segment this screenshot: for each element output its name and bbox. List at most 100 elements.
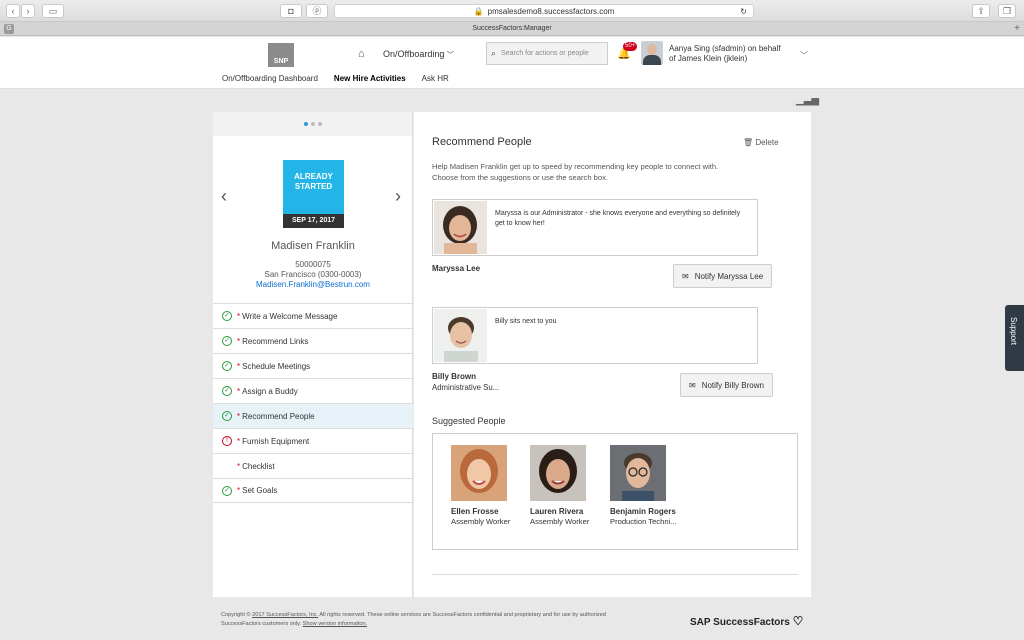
alert-icon: ! bbox=[222, 436, 232, 446]
step-label: Recommend Links bbox=[242, 336, 309, 346]
location: San Francisco (0300-0003) bbox=[264, 270, 362, 279]
carousel-dot[interactable] bbox=[317, 122, 322, 126]
email-link[interactable]: Madisen.Franklin@Bestrun.com bbox=[213, 280, 413, 290]
carousel-dot[interactable] bbox=[310, 122, 315, 126]
mail-icon: ✉ bbox=[682, 271, 689, 281]
tab-bar: G SuccessFactors:Manager + bbox=[0, 22, 1024, 36]
logo-text: SNP bbox=[273, 58, 289, 65]
step-label: Assign a Buddy bbox=[242, 386, 298, 396]
subnav-dashboard[interactable]: On/Offboarding Dashboard bbox=[222, 74, 318, 83]
help-line2: Choose from the suggestions or use the s… bbox=[432, 173, 609, 182]
check-icon: ✓ bbox=[222, 361, 232, 371]
trash-icon: 🗑 bbox=[743, 138, 754, 147]
carousel-dot[interactable] bbox=[303, 122, 308, 126]
person-role: Assembly Worker bbox=[530, 517, 590, 526]
step-label: Set Goals bbox=[242, 486, 278, 495]
suggested-person[interactable]: Ellen Frosse Assembly Worker bbox=[451, 445, 531, 526]
step-schedule-meetings[interactable]: ✓ * Schedule Meetings bbox=[213, 353, 413, 378]
chevron-left-icon[interactable]: ‹ bbox=[221, 186, 227, 207]
delete-button[interactable]: 🗑 Delete bbox=[743, 138, 779, 147]
notify-button[interactable]: ✉ Notify Billy Brown bbox=[680, 373, 773, 397]
suggested-person[interactable]: Benjamin Rogers Production Techni... bbox=[610, 445, 690, 526]
recommendation-note: Maryssa is our Administrator - she knows… bbox=[495, 210, 741, 227]
address-bar[interactable]: 🔒 pmsalesdemo8.successfactors.com ↻ bbox=[334, 4, 754, 18]
step-furnish-equipment[interactable]: ! * Furnish Equipment bbox=[213, 428, 413, 453]
home-icon[interactable]: ⌂ bbox=[358, 48, 365, 60]
start-date: SEP 17, 2017 bbox=[283, 214, 344, 228]
copyright-prefix: Copyright © bbox=[221, 612, 253, 618]
delete-label: Delete bbox=[755, 138, 779, 147]
person-name: Ellen Frosse bbox=[451, 507, 499, 516]
step-label: Checklist bbox=[242, 461, 275, 471]
benjamin-photo bbox=[610, 445, 666, 501]
tabs-icon[interactable]: ❐ bbox=[998, 4, 1016, 18]
help-line1: Help Madisen Franklin get up to speed by… bbox=[432, 162, 719, 171]
step-assign-buddy[interactable]: ✓ * Assign a Buddy bbox=[213, 378, 413, 403]
check-icon: ✓ bbox=[222, 336, 232, 346]
version-link[interactable]: Show version information. bbox=[303, 621, 367, 627]
step-write-welcome[interactable]: ✓ * Write a Welcome Message bbox=[213, 303, 413, 328]
status-line1: ALREADY bbox=[294, 172, 333, 181]
browser-toolbar: ‹ › ▭ ◘ ⓟ 🔒 pmsalesdemo8.successfactors.… bbox=[0, 0, 1024, 22]
chevron-down-icon: ﹀ bbox=[446, 52, 454, 59]
support-label: Support bbox=[1009, 317, 1018, 346]
step-label: Furnish Equipment bbox=[242, 436, 310, 446]
module-label: On/Offboarding bbox=[383, 49, 445, 59]
person-name: Lauren Rivera bbox=[530, 507, 584, 516]
search-placeholder: Search for actions or people bbox=[501, 50, 589, 57]
tab-title[interactable]: SuccessFactors:Manager bbox=[472, 25, 551, 32]
step-checklist[interactable]: * Checklist bbox=[213, 453, 413, 478]
chevron-down-icon[interactable]: ﹀ bbox=[800, 50, 808, 61]
ellen-photo bbox=[451, 445, 507, 501]
copyright-rest: All rights reserved. These online servic… bbox=[318, 612, 606, 618]
support-button[interactable]: Support bbox=[1005, 305, 1024, 371]
notify-label: Notify Maryssa Lee bbox=[694, 271, 764, 281]
lauren-photo bbox=[530, 445, 586, 501]
suggested-people-box: Ellen Frosse Assembly Worker Lauren Rive… bbox=[432, 433, 798, 550]
footer-text: Copyright © 2017 SuccessFactors, Inc. Al… bbox=[221, 611, 671, 629]
suggested-person[interactable]: Lauren Rivera Assembly Worker bbox=[530, 445, 610, 526]
new-hire-name: Madisen Franklin bbox=[271, 240, 355, 252]
step-set-goals[interactable]: ✓ * Set Goals bbox=[213, 478, 413, 503]
module-picker[interactable]: On/Offboarding ﹀ bbox=[383, 49, 454, 60]
recommended-name: Billy Brown bbox=[432, 372, 477, 381]
copyright-link[interactable]: 2017 SuccessFactors, Inc. bbox=[252, 612, 318, 618]
person-role: Assembly Worker bbox=[451, 517, 511, 526]
heart-icon: ♡ bbox=[792, 614, 804, 628]
chevron-right-icon[interactable]: › bbox=[395, 186, 401, 207]
reload-icon[interactable]: ↻ bbox=[740, 7, 747, 16]
footer-line2: SuccessFactors customers only. bbox=[221, 621, 303, 627]
notification-badge: 50+ bbox=[623, 42, 638, 51]
user-avatar[interactable] bbox=[641, 41, 663, 65]
forward-icon[interactable]: › bbox=[21, 4, 35, 18]
new-tab-icon[interactable]: + bbox=[1014, 22, 1020, 36]
status-line2: STARTED bbox=[294, 182, 333, 191]
subnav-ask-hr[interactable]: Ask HR bbox=[422, 74, 449, 83]
person-name: Benjamin Rogers bbox=[610, 507, 676, 516]
back-icon[interactable]: ‹ bbox=[6, 4, 20, 18]
check-icon: ✓ bbox=[222, 411, 232, 421]
user-menu[interactable]: Aanya Sing (sfadmin) on behalf of James … bbox=[669, 44, 799, 64]
check-icon: ✓ bbox=[222, 311, 232, 321]
notify-button[interactable]: ✉ Notify Maryssa Lee bbox=[673, 264, 773, 288]
search-input[interactable]: ⌕ Search for actions or people bbox=[486, 42, 608, 65]
company-logo[interactable]: SNP bbox=[268, 43, 294, 67]
recommendation-card: Billy sits next to you bbox=[432, 307, 758, 364]
shield-icon[interactable]: ◘ bbox=[280, 4, 302, 18]
pinterest-icon[interactable]: ⓟ bbox=[306, 4, 328, 18]
bar-chart-icon[interactable]: ▁▃▅ bbox=[796, 95, 819, 106]
url-text: pmsalesdemo8.successfactors.com bbox=[487, 6, 615, 16]
brand-logo: SAP SuccessFactors ♡ bbox=[690, 614, 803, 628]
mail-icon: ✉ bbox=[689, 380, 696, 390]
brand-text: SAP SuccessFactors bbox=[690, 617, 790, 628]
search-icon: ⌕ bbox=[491, 48, 497, 58]
sidebar-icon[interactable]: ▭ bbox=[42, 4, 64, 18]
start-status-tile: ALREADY STARTED SEP 17, 2017 bbox=[283, 160, 344, 228]
step-recommend-people[interactable]: ✓ * Recommend People bbox=[213, 403, 413, 428]
step-recommend-links[interactable]: ✓ * Recommend Links bbox=[213, 328, 413, 353]
employee-id: 50000075 bbox=[295, 260, 331, 269]
subnav-new-hire-activities[interactable]: New Hire Activities bbox=[334, 74, 406, 83]
share-icon[interactable]: ⇪ bbox=[972, 4, 990, 18]
check-icon: ✓ bbox=[222, 386, 232, 396]
user-line2: of James Klein (jklein) bbox=[669, 54, 748, 63]
